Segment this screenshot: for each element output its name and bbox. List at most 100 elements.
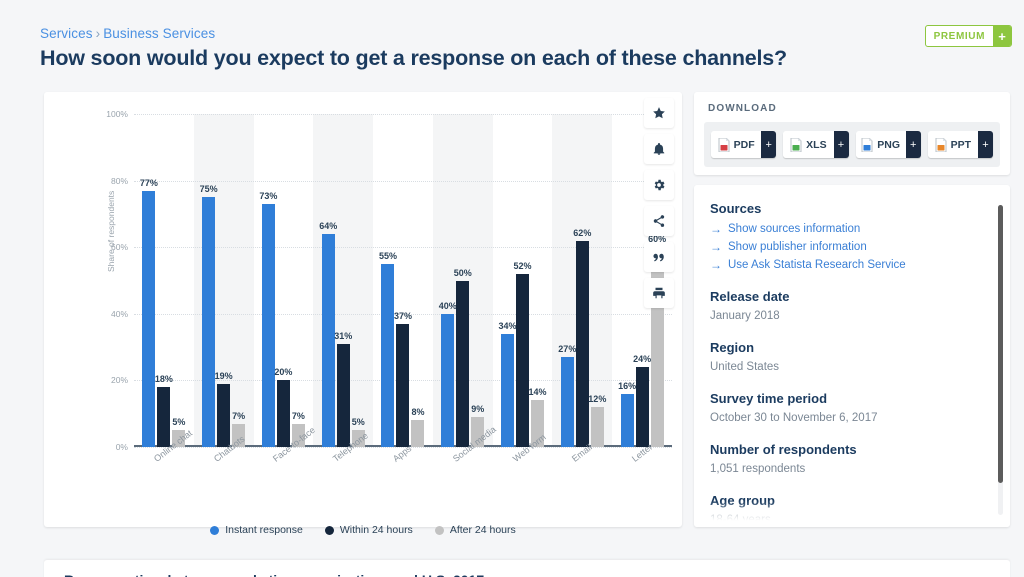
bar-value-label: 50% — [453, 267, 472, 278]
bar-group: 77% 18% 5% — [134, 114, 194, 447]
legend-color-swatch — [324, 525, 334, 535]
bar[interactable]: 40% — [439, 301, 457, 447]
bar[interactable]: 31% — [334, 331, 352, 447]
bar-group: 40% 50% 9% — [433, 114, 493, 447]
bar-value-label: 7% — [291, 410, 305, 421]
file-ppt-icon — [935, 137, 947, 152]
download-png-button[interactable]: PNG + — [855, 131, 921, 158]
premium-label: PREMIUM — [933, 30, 985, 42]
bar[interactable]: 27% — [558, 344, 576, 447]
legend-item-0[interactable]: Instant response — [210, 524, 303, 536]
sources-link-0[interactable]: → Show sources information — [710, 220, 992, 238]
breadcrumb: Services › Business Services — [40, 26, 215, 41]
download-label: XLS — [806, 138, 827, 151]
bar[interactable]: 34% — [499, 321, 517, 447]
bar-value-label: 27% — [558, 344, 577, 355]
download-title: DOWNLOAD — [708, 103, 777, 114]
field-label-0: Release date — [710, 289, 790, 304]
download-main[interactable]: PDF — [711, 131, 762, 158]
print-icon[interactable] — [644, 278, 674, 308]
bar[interactable]: 55% — [379, 251, 397, 447]
related-chart-card[interactable]: Response time between marketing organiza… — [44, 560, 1010, 577]
bar-value-label: 20% — [274, 367, 293, 378]
page-title: How soon would you expect to get a respo… — [40, 46, 787, 70]
download-ppt-button[interactable]: PPT + — [927, 131, 993, 158]
field-value-4: 18-64 years — [710, 514, 771, 526]
sources-link-1[interactable]: → Show publisher information — [710, 238, 992, 256]
bar-value-label: 19% — [214, 370, 233, 381]
bar[interactable]: 16% — [618, 381, 636, 447]
download-plus-icon[interactable]: + — [905, 131, 921, 158]
bar-value-label: 5% — [351, 417, 365, 428]
citation-quote-icon[interactable] — [644, 242, 674, 272]
bar[interactable]: 18% — [155, 374, 173, 447]
bar-value-label: 8% — [411, 407, 425, 418]
bar-value-label: 12% — [588, 394, 607, 405]
bar[interactable]: 75% — [200, 184, 218, 447]
chart-card: Share of respondents 77% 18% 5% 75% 19% 7% 73%… — [44, 92, 682, 577]
premium-badge[interactable]: PREMIUM + — [924, 25, 1012, 47]
bar-value-label: 37% — [393, 310, 412, 321]
bar-value-label: 52% — [513, 260, 532, 271]
bar[interactable]: 64% — [319, 221, 337, 447]
statista-chart-page: Services › Business Services How soon woul… — [0, 0, 1024, 577]
related-chart-title: Response time between marketing organiza… — [64, 572, 484, 577]
legend-item-2[interactable]: After 24 hours — [434, 524, 516, 536]
bar-chart-plot: Share of respondents 77% 18% 5% 75% 19% 7% 73%… — [44, 92, 682, 492]
download-plus-icon[interactable]: + — [978, 131, 993, 158]
notification-bell-icon[interactable] — [644, 134, 674, 164]
premium-plus-icon[interactable]: + — [993, 26, 1011, 46]
bar[interactable]: 8% — [411, 407, 424, 447]
favorite-star-icon[interactable] — [644, 98, 674, 128]
legend-item-1[interactable]: Within 24 hours — [324, 524, 413, 536]
download-main[interactable]: PPT — [927, 131, 978, 158]
bar[interactable]: 37% — [394, 311, 412, 447]
field-value-1: United States — [710, 361, 780, 373]
y-tick-label: 0% — [115, 442, 128, 452]
y-tick-label: 80% — [110, 175, 128, 186]
scrollbar-thumb[interactable] — [998, 205, 1003, 483]
bar-group: 75% 19% 7% — [194, 114, 254, 447]
bar-value-label: 16% — [618, 380, 637, 391]
bar[interactable]: 12% — [588, 394, 606, 447]
bar-value-label: 9% — [471, 404, 485, 415]
download-xls-button[interactable]: XLS + — [783, 131, 849, 158]
download-plus-icon[interactable]: + — [833, 131, 849, 158]
sources-link-2[interactable]: → Use Ask Statista Research Service — [710, 256, 992, 274]
bar[interactable]: 62% — [573, 228, 591, 447]
bar[interactable]: 73% — [259, 191, 277, 447]
bar[interactable]: 24% — [633, 354, 651, 447]
share-icon[interactable] — [644, 206, 674, 236]
download-main[interactable]: XLS — [783, 131, 834, 158]
bar-value-label: 75% — [199, 184, 218, 195]
y-tick-label: 60% — [110, 242, 128, 253]
bar-value-label: 14% — [528, 387, 547, 398]
chart-legend: Instant response Within 24 hours After 24 … — [44, 524, 682, 536]
field-value-0: January 2018 — [710, 310, 780, 322]
bar[interactable]: 77% — [140, 178, 158, 447]
arrow-right-icon: → — [710, 240, 722, 254]
breadcrumb-item-business-services[interactable]: Business Services — [103, 26, 215, 41]
bar[interactable]: 20% — [274, 367, 292, 447]
file-png-icon — [861, 137, 873, 152]
download-main[interactable]: PNG — [855, 131, 906, 158]
bar-value-label: 62% — [573, 227, 592, 238]
download-label: PDF — [733, 138, 755, 151]
bar[interactable]: 50% — [454, 268, 472, 447]
breadcrumb-item-services[interactable]: Services — [40, 26, 93, 41]
sources-card: Sources → Show sources information → Show pu… — [694, 185, 1010, 527]
download-plus-icon[interactable]: + — [761, 131, 777, 158]
bar[interactable]: 52% — [514, 261, 532, 447]
bar-value-label: 5% — [172, 417, 186, 428]
bar-group: 64% 31% 5% — [313, 114, 373, 447]
bar[interactable]: 19% — [215, 371, 233, 447]
sources-scrollbar[interactable] — [998, 205, 1003, 515]
legend-label: Within 24 hours — [339, 524, 413, 536]
file-xls-icon — [790, 137, 802, 152]
arrow-right-icon: → — [710, 222, 722, 236]
y-tick-label: 100% — [106, 109, 128, 119]
download-pdf-button[interactable]: PDF + — [711, 131, 777, 158]
settings-gear-icon[interactable] — [644, 170, 674, 200]
download-card: DOWNLOAD PDF + XLS + PNG + PPT + — [694, 92, 1010, 175]
file-pdf-icon — [718, 137, 730, 152]
